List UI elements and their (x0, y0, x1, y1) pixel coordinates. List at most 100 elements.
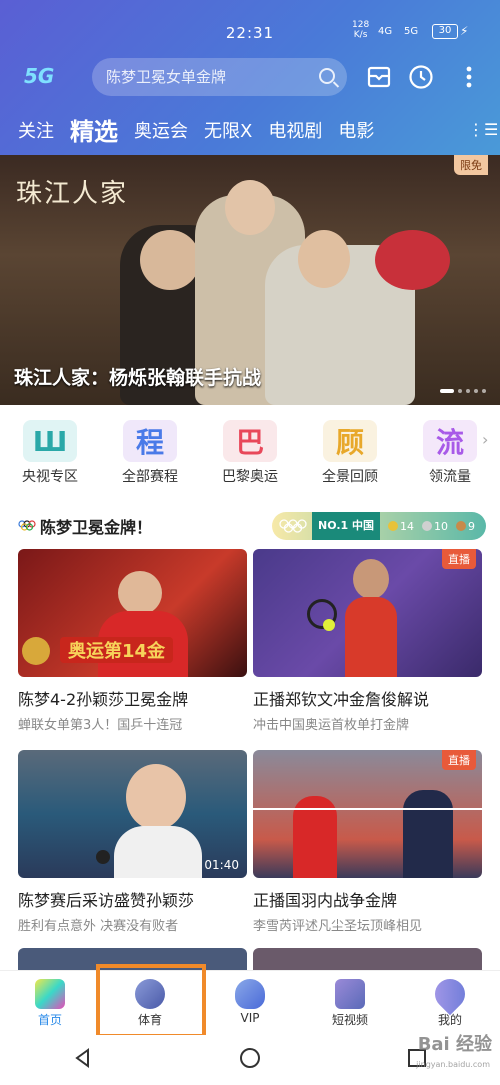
gold-count: 14 (387, 520, 414, 533)
olympic-rings-icon (18, 520, 36, 531)
video-title: 正播国羽内战争金牌 (253, 891, 398, 910)
tab-infinite-x[interactable]: 无限X (196, 112, 260, 152)
bronze-count: 9 (455, 520, 475, 533)
banner-art-title: 珠江人家 (16, 179, 129, 209)
carousel-dots (440, 389, 486, 393)
shortcut-row: Ш 央视专区 程 全部赛程 巴 巴黎奥运 顾 全景回顾 流 领流量 (0, 412, 500, 492)
nav-label: 短视频 (331, 1013, 368, 1027)
profile-icon (428, 972, 472, 1016)
video-title: 陈梦4-2孙颖莎卫冕金牌 (18, 690, 189, 709)
video-subtitle: 冲击中国奥运首枚单打金牌 (253, 718, 410, 733)
home-icon (35, 979, 65, 1009)
message-icon[interactable] (366, 64, 392, 90)
watermark: Bai 经验 (417, 1034, 492, 1055)
shortcut-schedule[interactable]: 程 全部赛程 (100, 412, 200, 492)
video-duration: 01:40 (204, 858, 239, 872)
home-button-icon[interactable] (239, 1047, 261, 1073)
live-badge: 直播 (442, 549, 476, 569)
free-badge: 限免 (454, 155, 488, 175)
watermark-url: jingyan.baidu.com (416, 1060, 490, 1069)
more-menu-icon[interactable] (456, 64, 482, 90)
silver-count: 10 (421, 520, 448, 533)
shortcut-label: 全部赛程 (122, 469, 178, 485)
video-card-partial[interactable] (18, 948, 247, 970)
nav-label: VIP (240, 1011, 260, 1025)
section-header: 陈梦卫冕金牌！ (18, 512, 152, 540)
video-subtitle: 胜利有点意外 决赛没有败者 (18, 919, 179, 934)
tab-tv-series[interactable]: 电视剧 (260, 112, 330, 152)
video-subtitle: 蝉联女单第3人！国乒十连冠 (18, 718, 183, 733)
tab-featured[interactable]: 精选 (62, 112, 126, 152)
nav-sports[interactable]: 体育 (100, 971, 200, 1035)
video-thumbnail: 直播 (253, 549, 482, 677)
net-speed: 128 K/s (352, 20, 370, 40)
back-icon[interactable] (72, 1047, 94, 1073)
shortcut-review[interactable]: 顾 全景回顾 (300, 412, 400, 492)
charging-icon: ⚡ (460, 24, 469, 38)
shortcut-paris[interactable]: 巴 巴黎奥运 (200, 412, 300, 492)
shortcut-cctv[interactable]: Ш 央视专区 (0, 412, 100, 492)
nav-label: 首页 (37, 1013, 62, 1027)
search-input[interactable]: 陈梦卫冕女单金牌 (92, 58, 347, 96)
video-card[interactable]: 01:40 陈梦赛后采访盛赞孙颖莎 胜利有点意外 决赛没有败者 (18, 750, 247, 934)
video-card[interactable]: 直播 正播国羽内战争金牌 李雪芮评述凡尘圣坛顶峰相见 (253, 750, 482, 934)
nav-profile[interactable]: 我的 (400, 971, 500, 1035)
video-title: 陈梦赛后采访盛赞孙颖莎 (18, 891, 195, 910)
vip-icon (235, 979, 265, 1009)
tab-movies[interactable]: 电影 (330, 112, 382, 152)
shortcut-scroll-arrow-icon[interactable]: › (482, 430, 488, 449)
medal-table-banner[interactable]: NO.1 中国 14 10 9 (272, 512, 486, 540)
channel-tabs: 关注 精选 奥运会 无限X 电视剧 电影 (10, 112, 382, 152)
shortcut-label: 领流量 (429, 469, 471, 485)
shortcut-data[interactable]: 流 领流量 (400, 412, 500, 492)
banner-face-center (225, 180, 275, 235)
video-card[interactable]: 直播 正播郑钦文冲金詹俊解说 冲击中国奥运首枚单打金牌 (253, 549, 482, 733)
paris-icon: 巴 (223, 420, 277, 462)
video-title: 正播郑钦文冲金詹俊解说 (253, 690, 430, 709)
video-subtitle: 李雪芮评述凡尘圣坛顶峰相见 (253, 919, 423, 934)
app-logo[interactable]: 5G (24, 64, 54, 88)
search-icon[interactable] (319, 68, 335, 84)
silver-medal-icon (421, 521, 432, 531)
cctv-icon: Ш (23, 420, 77, 462)
schedule-icon: 程 (123, 420, 177, 462)
video-thumbnail: 奥运第14金 (18, 549, 247, 677)
hero-banner[interactable]: 珠江人家 限免 珠江人家：杨烁张翰联手抗战 (0, 155, 500, 405)
medal-stamp: 奥运第14金 (60, 637, 174, 663)
signal-4g-icon: 4G (378, 26, 393, 37)
tab-menu-icon[interactable]: ⋮☰ (468, 120, 498, 139)
shortcut-label: 巴黎奥运 (222, 469, 278, 485)
history-icon[interactable] (408, 64, 434, 90)
shortcut-label: 全景回顾 (322, 469, 378, 485)
tab-olympics[interactable]: 奥运会 (126, 112, 196, 152)
battery-icon: 30 (432, 24, 458, 39)
signal-5g-icon: 5G (404, 26, 419, 37)
banner-face-right (298, 230, 350, 288)
video-card[interactable]: 奥运第14金 陈梦4-2孙颖莎卫冕金牌 蝉联女单第3人！国乒十连冠 (18, 549, 247, 733)
search-placeholder: 陈梦卫冕女单金牌 (106, 68, 227, 86)
bronze-medal-icon (455, 521, 466, 531)
section-title: 陈梦卫冕金牌！ (40, 518, 153, 537)
review-icon: 顾 (323, 420, 377, 462)
short-video-icon (335, 979, 365, 1009)
video-thumbnail: 直播 (253, 750, 482, 878)
clock: 22:31 (225, 24, 275, 42)
nav-label: 体育 (137, 1013, 162, 1027)
tab-follow[interactable]: 关注 (10, 112, 62, 152)
video-thumbnail: 01:40 (18, 750, 247, 878)
olympic-rings-icon (279, 519, 307, 533)
rank-label: NO.1 中国 (312, 512, 380, 540)
banner-face-left (140, 230, 200, 290)
video-card-partial[interactable] (253, 948, 482, 970)
nav-vip[interactable]: VIP (200, 971, 300, 1035)
gold-medal-icon (387, 521, 398, 531)
bottom-nav: 首页 体育 VIP 短视频 我的 (0, 970, 500, 1035)
nav-home[interactable]: 首页 (0, 971, 100, 1035)
nav-short-video[interactable]: 短视频 (300, 971, 400, 1035)
banner-caption: 珠江人家：杨烁张翰联手抗战 (14, 367, 262, 389)
lion-head-decoration (375, 230, 450, 290)
data-icon: 流 (423, 420, 477, 462)
sports-icon (135, 979, 165, 1009)
status-bar: 22:31 128 K/s 4G 5G 30 ⚡ (0, 0, 500, 48)
shortcut-label: 央视专区 (22, 469, 78, 485)
